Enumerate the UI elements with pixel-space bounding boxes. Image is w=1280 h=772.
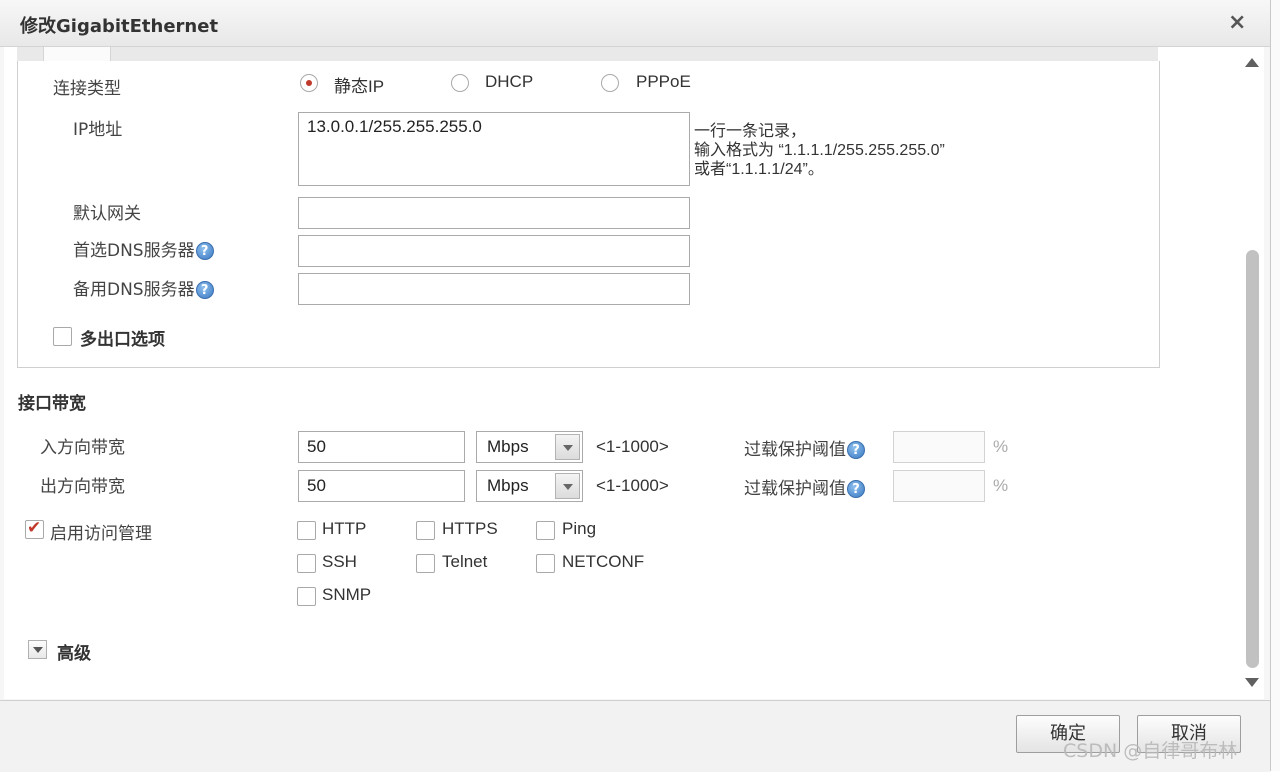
telnet-label[interactable]: Telnet bbox=[442, 552, 487, 572]
secondary-dns-label: 备用DNS服务器? bbox=[73, 275, 214, 300]
inbound-unit-value: Mbps bbox=[487, 437, 529, 456]
hint-line: 输入格式为 “1.1.1.1/255.255.255.0” bbox=[694, 142, 945, 159]
outbound-range-hint: <1-1000> bbox=[596, 476, 669, 495]
multi-exit-label[interactable]: 多出口选项 bbox=[80, 325, 165, 350]
inbound-bandwidth-label: 入方向带宽 bbox=[40, 438, 125, 458]
netconf-checkbox[interactable] bbox=[536, 554, 555, 573]
snmp-checkbox[interactable] bbox=[297, 587, 316, 606]
watermark: CSDN @自律哥布林 bbox=[1063, 740, 1238, 762]
ip-format-hint: 一行一条记录， 输入格式为 “1.1.1.1/255.255.255.0” 或者… bbox=[694, 122, 945, 179]
outbound-percent-unit: % bbox=[993, 476, 1009, 495]
scrollbar-thumb[interactable] bbox=[1246, 250, 1259, 668]
hint-line: 一行一条记录， bbox=[694, 123, 807, 140]
gateway-input[interactable] bbox=[298, 197, 690, 229]
advanced-label[interactable]: 高级 bbox=[57, 639, 91, 664]
outbound-overload-label: 过载保护阈值? bbox=[744, 474, 865, 499]
ssh-checkbox[interactable] bbox=[297, 554, 316, 573]
radio-pppoe-label[interactable]: PPPoE bbox=[636, 72, 691, 92]
radio-dhcp[interactable] bbox=[451, 74, 469, 92]
chevron-down-icon[interactable] bbox=[555, 434, 580, 460]
scroll-down-icon[interactable] bbox=[1245, 678, 1259, 687]
https-checkbox[interactable] bbox=[416, 521, 435, 540]
primary-dns-label-text: 首选DNS服务器 bbox=[73, 241, 195, 261]
https-label[interactable]: HTTPS bbox=[442, 519, 498, 539]
inbound-bandwidth-input[interactable] bbox=[298, 431, 465, 463]
radio-static-ip[interactable] bbox=[300, 74, 318, 92]
help-icon[interactable]: ? bbox=[195, 242, 214, 260]
outbound-bandwidth-input[interactable] bbox=[298, 470, 465, 502]
outbound-overload-label-text: 过载保护阈值 bbox=[744, 479, 846, 499]
help-icon[interactable]: ? bbox=[195, 281, 214, 299]
dialog-title: 修改GigabitEthernet bbox=[20, 16, 219, 37]
access-management-label[interactable]: 启用访问管理 bbox=[50, 519, 152, 544]
ip-address-textarea[interactable]: 13.0.0.1/255.255.255.0 bbox=[298, 112, 690, 186]
inbound-percent-unit: % bbox=[993, 437, 1009, 456]
radio-dhcp-label[interactable]: DHCP bbox=[485, 72, 533, 92]
help-icon[interactable]: ? bbox=[847, 441, 865, 459]
dialog-titlebar: 修改GigabitEthernet × bbox=[0, 0, 1270, 47]
netconf-label[interactable]: NETCONF bbox=[562, 552, 644, 572]
outbound-unit-select[interactable]: Mbps bbox=[476, 470, 583, 502]
outbound-unit-value: Mbps bbox=[487, 476, 529, 495]
radio-static-ip-label[interactable]: 静态IP bbox=[334, 72, 384, 97]
http-label[interactable]: HTTP bbox=[322, 519, 366, 539]
tab-strip bbox=[17, 47, 1158, 62]
inbound-unit-select[interactable]: Mbps bbox=[476, 431, 583, 463]
gateway-label: 默认网关 bbox=[73, 204, 141, 224]
ssh-label[interactable]: SSH bbox=[322, 552, 357, 572]
radio-pppoe[interactable] bbox=[601, 74, 619, 92]
primary-dns-input[interactable] bbox=[298, 235, 690, 267]
access-management-checkbox[interactable] bbox=[25, 518, 44, 539]
dialog-content: 连接类型 静态IP DHCP PPPoE IP地址 13.0.0.1/255.2… bbox=[4, 47, 1244, 699]
tab-active[interactable] bbox=[43, 47, 111, 61]
ping-label[interactable]: Ping bbox=[562, 519, 596, 539]
background-window-edge bbox=[1271, 0, 1280, 771]
ip-address-label: IP地址 bbox=[73, 120, 123, 140]
secondary-dns-label-text: 备用DNS服务器 bbox=[73, 280, 195, 300]
help-icon[interactable]: ? bbox=[847, 480, 865, 498]
inbound-range-hint: <1-1000> bbox=[596, 437, 669, 456]
snmp-label[interactable]: SNMP bbox=[322, 585, 371, 605]
telnet-checkbox[interactable] bbox=[416, 554, 435, 573]
chevron-down-icon[interactable] bbox=[555, 473, 580, 499]
hint-line: 或者“1.1.1.1/24”。 bbox=[694, 161, 824, 178]
connection-type-label: 连接类型 bbox=[53, 79, 121, 99]
multi-exit-checkbox[interactable] bbox=[53, 327, 72, 346]
http-checkbox[interactable] bbox=[297, 521, 316, 540]
advanced-expand-icon[interactable] bbox=[28, 640, 47, 659]
bandwidth-section-title: 接口带宽 bbox=[18, 394, 86, 414]
ping-checkbox[interactable] bbox=[536, 521, 555, 540]
inbound-overload-label: 过载保护阈值? bbox=[744, 435, 865, 460]
primary-dns-label: 首选DNS服务器? bbox=[73, 236, 214, 261]
inbound-overload-label-text: 过载保护阈值 bbox=[744, 440, 846, 460]
outbound-bandwidth-label: 出方向带宽 bbox=[40, 477, 125, 497]
secondary-dns-input[interactable] bbox=[298, 273, 690, 305]
outbound-overload-input[interactable] bbox=[893, 470, 985, 502]
inbound-overload-input[interactable] bbox=[893, 431, 985, 463]
close-icon[interactable]: × bbox=[1228, 10, 1246, 35]
edit-interface-dialog: 修改GigabitEthernet × 连接类型 静态IP DHCP PPPoE… bbox=[0, 0, 1271, 772]
scroll-up-icon[interactable] bbox=[1245, 58, 1259, 67]
